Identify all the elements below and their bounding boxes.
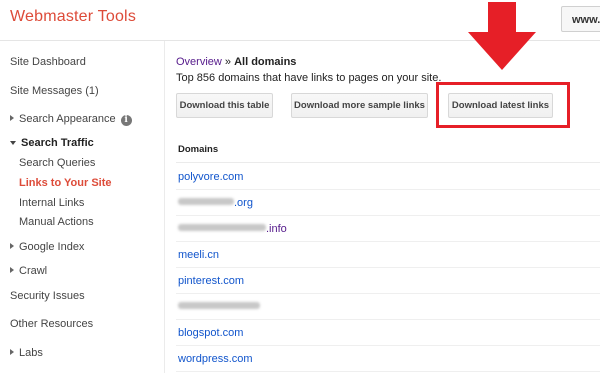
sidebar-item-label: Other Resources xyxy=(10,318,94,330)
sidebar-item-label: Site Messages (1) xyxy=(10,85,99,97)
redacted-text xyxy=(178,302,260,309)
domain-link[interactable]: meeli.cn xyxy=(178,249,219,261)
red-down-arrow-icon xyxy=(468,2,536,70)
sidebar-item-internal-links[interactable]: Internal Links xyxy=(19,197,84,209)
expand-arrow-icon xyxy=(10,349,14,355)
column-header-domains: Domains xyxy=(176,137,600,163)
domain-link[interactable]: polyvore.com xyxy=(178,171,243,183)
summary-text: Top 856 domains that have links to pages… xyxy=(176,72,442,84)
download-sample-links-button[interactable]: Download more sample links xyxy=(291,93,428,118)
sidebar-item-search-appearance[interactable]: Search Appearance i xyxy=(10,113,132,126)
table-row: polyvore.com xyxy=(176,164,600,190)
table-row: meeli.cn xyxy=(176,242,600,268)
sidebar-item-label: Search Traffic xyxy=(21,137,94,149)
highlight-box xyxy=(436,82,570,128)
breadcrumb-current: All domains xyxy=(234,56,297,68)
sidebar-item-label: Site Dashboard xyxy=(10,56,86,68)
table-row: wordpress.com xyxy=(176,346,600,372)
sidebar-item-labs[interactable]: Labs xyxy=(10,347,43,359)
table-row: .info xyxy=(176,216,600,242)
sidebar-item-label: Crawl xyxy=(19,265,48,277)
sidebar-item-security-issues[interactable]: Security Issues xyxy=(10,290,85,302)
sidebar-item-label: Search Queries xyxy=(19,157,96,169)
domain-link[interactable]: pinterest.com xyxy=(178,275,244,287)
site-selector[interactable]: www. xyxy=(561,6,600,32)
sidebar-item-google-index[interactable]: Google Index xyxy=(10,241,85,253)
breadcrumb-overview-link[interactable]: Overview xyxy=(176,56,222,68)
sidebar-item-other-resources[interactable]: Other Resources xyxy=(10,318,93,330)
domain-link[interactable]: blogspot.com xyxy=(178,327,243,339)
sidebar-item-site-messages[interactable]: Site Messages (1) xyxy=(10,85,99,97)
download-table-button[interactable]: Download this table xyxy=(176,93,273,118)
sidebar-item-label: Search Appearance xyxy=(19,113,116,125)
sidebar-nav: Site Dashboard Site Messages (1) Search … xyxy=(0,41,165,373)
expand-arrow-icon xyxy=(10,243,14,249)
domain-link[interactable]: .org xyxy=(234,197,253,209)
sidebar-item-label: Manual Actions xyxy=(19,216,94,228)
table-row xyxy=(176,294,600,320)
expand-arrow-icon xyxy=(10,267,14,273)
sidebar-item-label: Google Index xyxy=(19,241,85,253)
redacted-text xyxy=(178,198,234,205)
domain-link[interactable]: .info xyxy=(266,223,287,235)
sidebar-item-search-queries[interactable]: Search Queries xyxy=(19,157,95,169)
table-row: pinterest.com xyxy=(176,268,600,294)
sidebar-item-links-to-your-site[interactable]: Links to Your Site xyxy=(19,177,112,189)
breadcrumb: Overview » All domains xyxy=(176,56,296,68)
expand-arrow-icon xyxy=(10,115,14,121)
sidebar-item-label: Labs xyxy=(19,347,43,359)
domain-link[interactable]: wordpress.com xyxy=(178,353,253,365)
sidebar-item-manual-actions[interactable]: Manual Actions xyxy=(19,216,94,228)
sidebar-item-label: Security Issues xyxy=(10,290,85,302)
sidebar-item-label: Internal Links xyxy=(19,197,85,209)
redacted-text xyxy=(178,224,266,231)
table-row: .org xyxy=(176,190,600,216)
sidebar-item-label: Links to Your Site xyxy=(19,177,112,189)
sidebar-item-crawl[interactable]: Crawl xyxy=(10,265,48,277)
sidebar-item-search-traffic[interactable]: Search Traffic xyxy=(10,137,94,149)
table-row: blogspot.com xyxy=(176,320,600,346)
main-content: Overview » All domains Top 856 domains t… xyxy=(176,41,600,373)
breadcrumb-separator: » xyxy=(221,56,235,68)
sidebar-item-site-dashboard[interactable]: Site Dashboard xyxy=(10,56,86,68)
info-icon[interactable]: i xyxy=(120,115,132,126)
collapse-arrow-icon xyxy=(10,141,16,145)
app-title[interactable]: Webmaster Tools xyxy=(10,8,136,26)
